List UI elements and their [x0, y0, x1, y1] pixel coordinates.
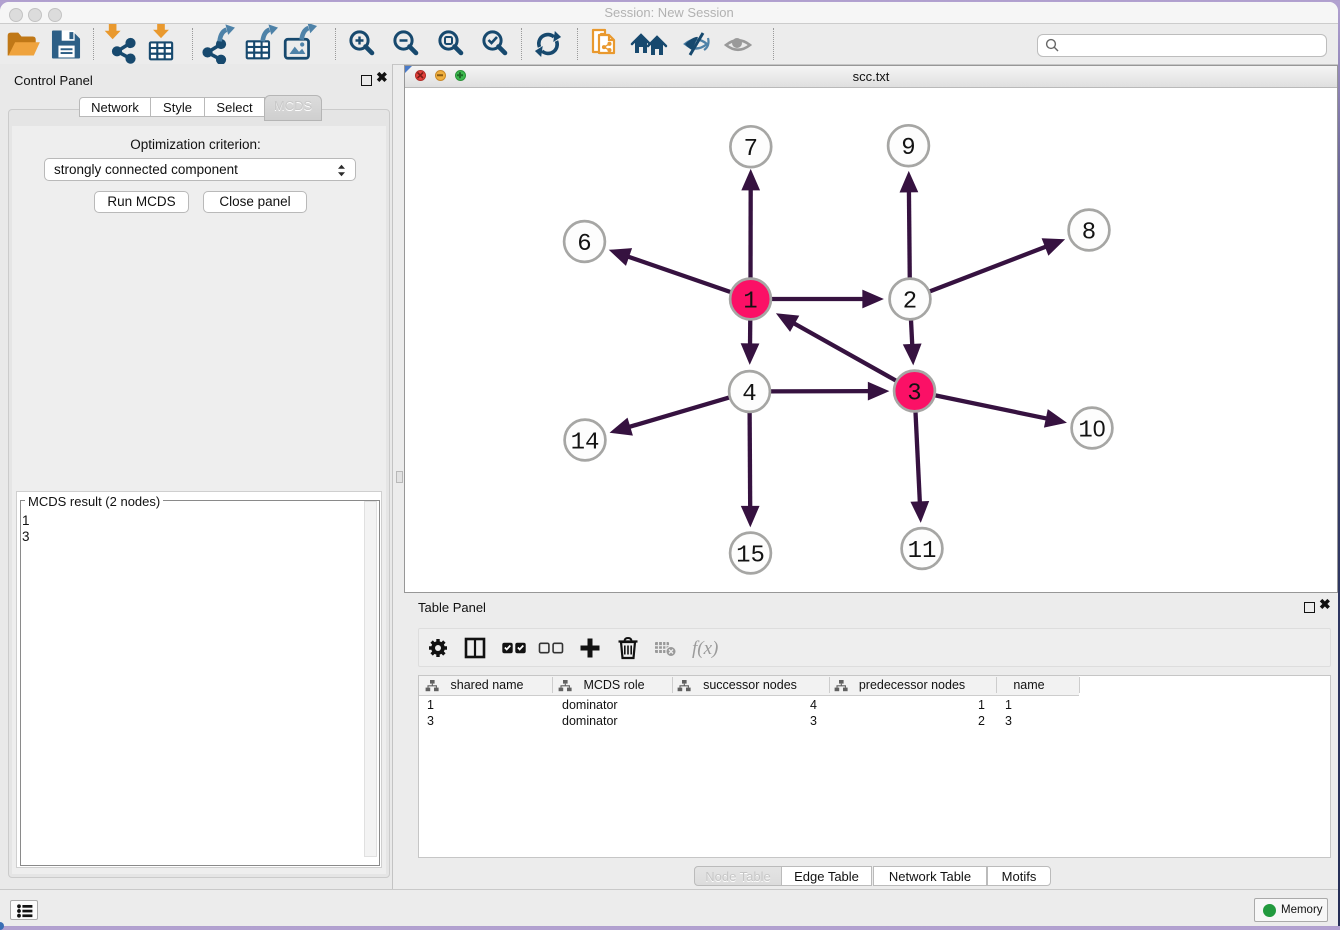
svg-text:1: 1: [743, 289, 757, 316]
svg-text:7: 7: [744, 136, 758, 163]
svg-text:8: 8: [1082, 220, 1096, 247]
svg-text:9: 9: [901, 135, 915, 162]
svg-text:10: 10: [1078, 416, 1105, 445]
svg-text:15: 15: [736, 543, 765, 570]
svg-text:6: 6: [577, 231, 591, 258]
svg-text:3: 3: [907, 381, 921, 408]
svg-text:f(x): f(x): [692, 638, 718, 659]
svg-text:2: 2: [903, 289, 917, 316]
svg-text:14: 14: [571, 430, 600, 457]
svg-text:11: 11: [908, 538, 937, 565]
svg-text:4: 4: [742, 381, 756, 408]
